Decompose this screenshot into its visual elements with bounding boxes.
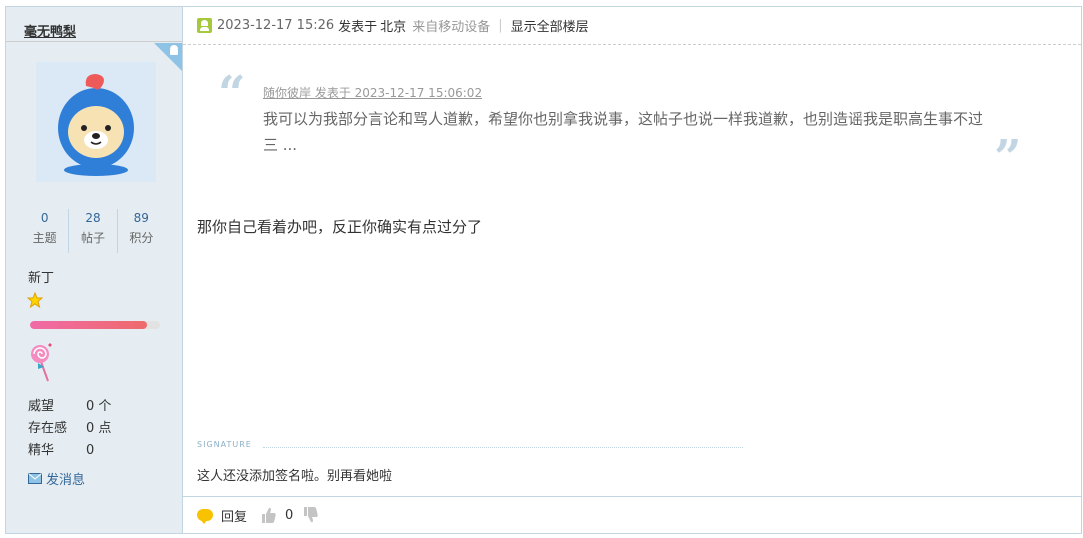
signature-label: SIGNATURE xyxy=(197,440,252,449)
online-status-icon xyxy=(197,18,212,33)
user-rank[interactable]: 新丁 xyxy=(28,267,54,286)
stat-label: 积分 xyxy=(129,231,154,245)
show-all-floors-link[interactable]: 显示全部楼层 xyxy=(511,16,589,35)
signature-divider xyxy=(263,447,743,448)
level-progress-fill xyxy=(30,321,147,329)
avatar[interactable] xyxy=(36,62,156,182)
profile-row-digest: 精华 0 xyxy=(28,440,111,462)
stat-label: 主题 xyxy=(32,231,57,245)
post-footer: 回复 0 xyxy=(183,496,1081,533)
stat-value: 0 xyxy=(40,211,49,225)
profile-row-presence: 存在感 0 点 xyxy=(28,418,111,440)
quote-close-mark: ” xyxy=(994,130,1022,186)
post-time: 2023-12-17 15:26 xyxy=(217,18,335,33)
avatar-image xyxy=(36,62,156,182)
quote-author-link[interactable]: 随你彼岸 发表于 2023-12-17 15:06:02 xyxy=(263,84,482,101)
stat-value: 28 xyxy=(85,211,101,225)
post-container: 毫无鸭梨 0 主题 28 帖子 89 积分 新丁 威望 0 个 存在感 0 点 … xyxy=(5,6,1082,534)
author-stats: 0 主题 28 帖子 89 积分 xyxy=(21,209,165,253)
posted-at-label: 发表于 xyxy=(338,20,378,35)
envelope-icon xyxy=(28,473,42,484)
stat-points[interactable]: 89 积分 xyxy=(116,209,165,253)
author-profile: 威望 0 个 存在感 0 点 精华 0 xyxy=(28,396,111,462)
thumbs-up-icon[interactable] xyxy=(261,506,277,524)
level-progress-bar xyxy=(30,321,160,329)
author-sidebar: 毫无鸭梨 0 主题 28 帖子 89 积分 新丁 威望 0 个 存在感 0 点 … xyxy=(6,7,183,533)
stat-value: 89 xyxy=(133,211,149,225)
profile-value: 0 xyxy=(86,443,95,458)
stat-label: 帖子 xyxy=(80,231,105,245)
author-name-link[interactable]: 毫无鸭梨 xyxy=(24,21,76,40)
post-device: 来自移动设备 xyxy=(412,20,491,35)
lollipop-medal-icon[interactable] xyxy=(28,341,56,383)
profile-key: 存在感 xyxy=(28,421,68,436)
send-message-label: 发消息 xyxy=(46,473,86,488)
divider xyxy=(6,41,182,42)
thumbs-down-icon[interactable] xyxy=(303,506,319,524)
stat-posts[interactable]: 28 帖子 xyxy=(68,209,116,253)
send-message-link[interactable]: 发消息 xyxy=(28,469,85,488)
post-main: 2023-12-17 15:26 发表于 北京 来自移动设备 | 显示全部楼层 … xyxy=(183,7,1081,533)
post-body: 那你自己看着办吧，反正你确实有点过分了 xyxy=(197,218,483,236)
profile-key: 精华 xyxy=(28,443,55,458)
header-separator: | xyxy=(498,18,503,33)
profile-key: 威望 xyxy=(28,399,55,414)
signature-text: 这人还没添加签名啦。别再看她啦 xyxy=(197,469,393,484)
reply-icon xyxy=(197,509,213,524)
quote-open-mark: “ xyxy=(218,66,246,122)
profile-value: 0 点 xyxy=(86,421,112,436)
android-icon xyxy=(170,45,178,55)
quote-text: 我可以为我部分言论和骂人道歉，希望你也别拿我说事，这帖子也说一样我道歉，也别造谣… xyxy=(263,110,984,154)
stat-topics[interactable]: 0 主题 xyxy=(21,209,68,253)
post-header: 2023-12-17 15:26 发表于 北京 来自移动设备 | 显示全部楼层 xyxy=(183,7,1081,45)
star-icon xyxy=(27,292,43,308)
reply-button[interactable]: 回复 xyxy=(221,506,247,525)
profile-value: 0 个 xyxy=(86,399,112,414)
profile-row-prestige: 威望 0 个 xyxy=(28,396,111,418)
like-count: 0 xyxy=(285,507,294,523)
post-city: 北京 xyxy=(380,20,407,35)
